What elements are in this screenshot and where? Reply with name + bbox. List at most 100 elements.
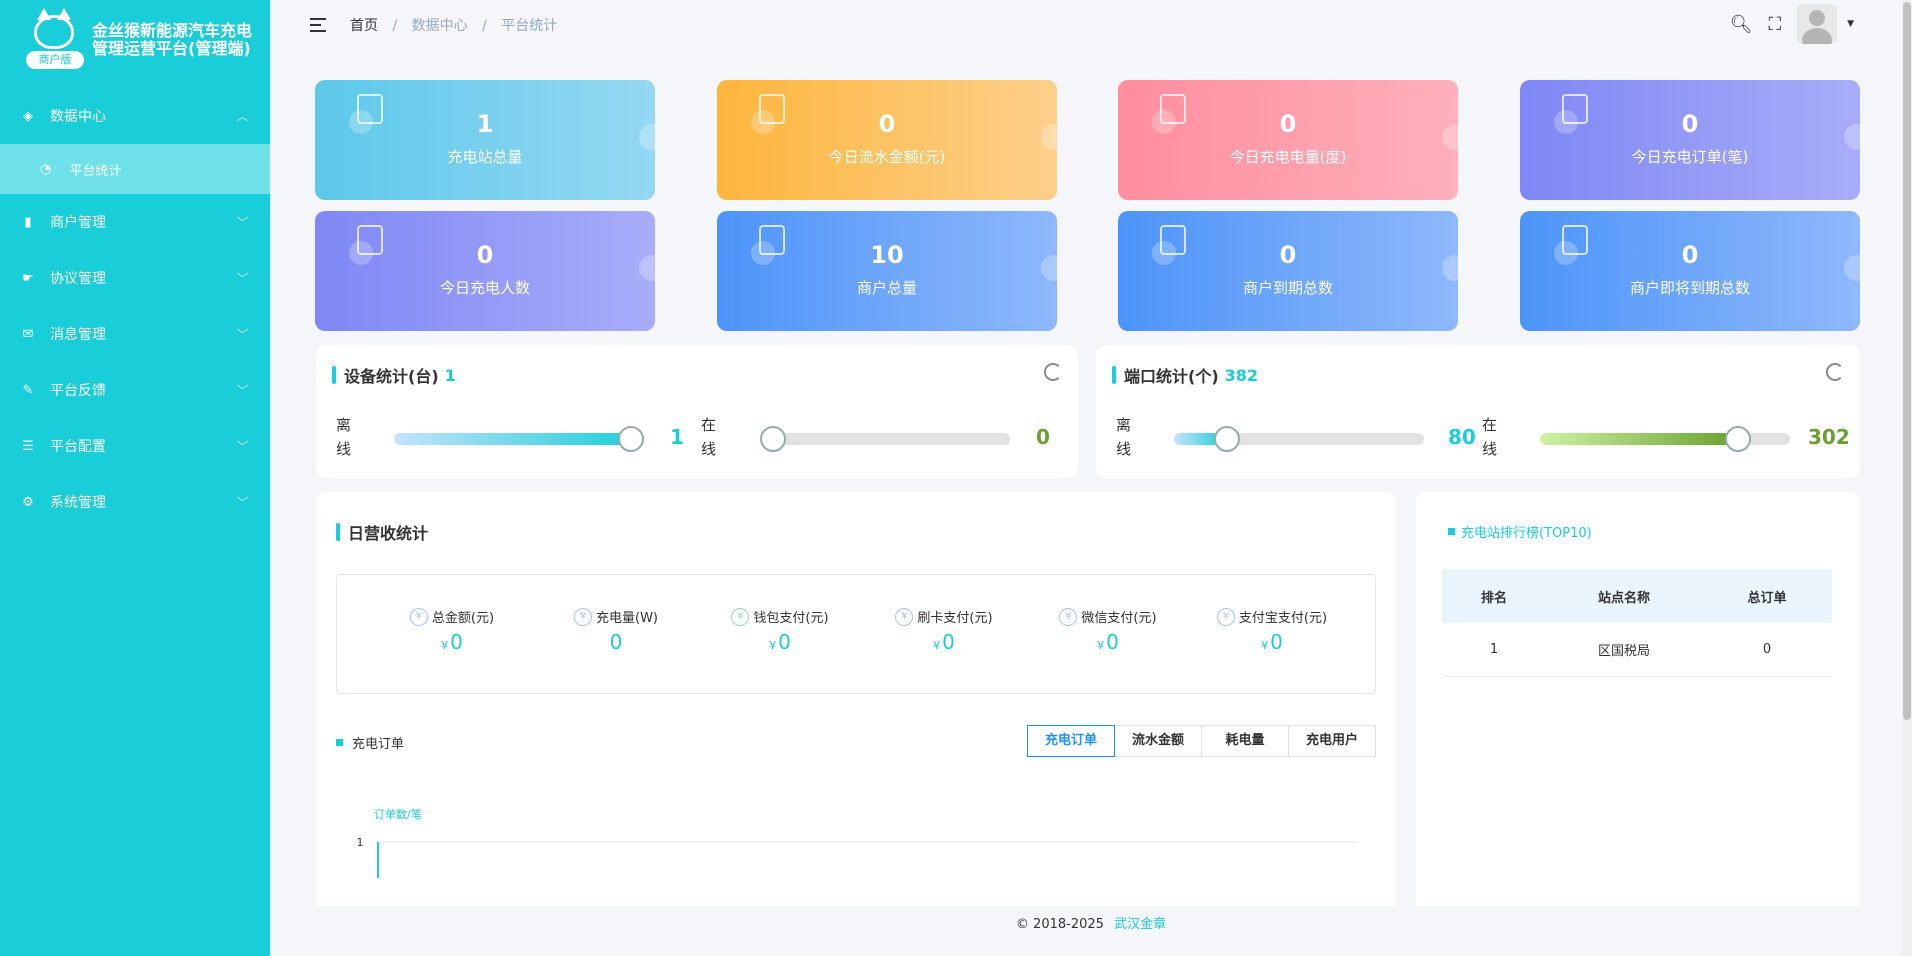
revenue-total: ¥ 总金额(元) ¥0	[377, 607, 527, 654]
currency-symbol: ¥	[769, 639, 777, 652]
building-icon	[1562, 225, 1588, 255]
ranking-title: 充电站排行榜(TOP10)	[1448, 522, 1592, 541]
device-offline-slider[interactable]	[394, 426, 644, 452]
sidebar-item-merchant[interactable]: ▮ 商户管理 ﹀	[0, 194, 270, 250]
chevron-down-icon: ﹀	[237, 384, 248, 397]
page-scrollbar[interactable]	[1902, 0, 1912, 956]
tab-charging-orders[interactable]: 充电订单	[1027, 725, 1115, 757]
sidebar-item-label: 系统管理	[50, 495, 106, 511]
chevron-up-icon: ︿	[237, 110, 248, 123]
title-bar	[336, 523, 340, 541]
revenue-item-label: ¥ 微信支付(元)	[1033, 607, 1183, 626]
clipboard-icon	[1160, 94, 1186, 124]
slider-fill	[394, 433, 644, 445]
refresh-icon[interactable]	[1044, 363, 1062, 381]
breadcrumb-separator: /	[392, 18, 398, 34]
avatar[interactable]	[1797, 4, 1838, 44]
port-online-slider[interactable]	[1540, 426, 1790, 452]
revenue-label-text: 钱包支付(元)	[753, 611, 829, 626]
orders-chart: 订单数/笔 1	[357, 807, 1358, 878]
edition-badge: 商户版	[26, 51, 84, 69]
sidebar-item-platform-stats[interactable]: ◔ 平台统计	[0, 144, 270, 194]
revenue-value: ¥0	[705, 630, 855, 654]
search-icon[interactable]: 🔍︎	[1730, 14, 1753, 35]
stat-label: 商户即将到期总数	[1629, 279, 1750, 297]
title-bar	[332, 366, 336, 384]
yen-icon: ¥	[1216, 607, 1235, 626]
chevron-down-icon: ﹀	[237, 440, 248, 453]
yen-icon: ¥	[895, 607, 914, 626]
revenue-amount: 0	[1106, 630, 1119, 654]
stat-label: 今日充电人数	[439, 279, 530, 297]
slider-fill	[1540, 433, 1738, 445]
cell-station: 区国税局	[1597, 644, 1650, 659]
port-online-label: 在线	[1482, 416, 1498, 458]
app-title: 金丝猴新能源汽车充电管理运营平台(管理端)	[92, 21, 253, 58]
revenue-value: 0	[541, 630, 691, 654]
stat-label: 今日流水金额(元)	[828, 148, 946, 166]
slider-handle[interactable]	[618, 426, 644, 452]
charger-icon	[357, 94, 383, 124]
menu-toggle-icon[interactable]	[310, 18, 326, 32]
revenue-label-text: 总金额(元)	[431, 611, 495, 626]
chevron-down-icon: ﹀	[237, 328, 248, 341]
yen-icon: ¥	[731, 607, 750, 626]
tab-energy[interactable]: 耗电量	[1201, 725, 1289, 757]
sidebar-item-system[interactable]: ⚙ 系统管理 ﹀	[0, 474, 270, 530]
slider-handle[interactable]	[1724, 426, 1751, 452]
chart-tabs: 充电订单 流水金额 耗电量 充电用户	[1027, 725, 1376, 757]
slider-handle[interactable]	[760, 426, 786, 452]
revenue-item-label: ¥ 钱包支付(元)	[705, 607, 855, 626]
layers-icon: ◈	[23, 108, 33, 124]
company-link[interactable]: 武汉金章	[1114, 917, 1166, 932]
device-online-slider[interactable]	[760, 426, 1010, 452]
sidebar-item-label: 消息管理	[50, 327, 106, 343]
port-slider-row: 离线 80 在线 302	[1096, 413, 1860, 463]
sidebar-menu: ◈ 数据中心 ︿ ◔ 平台统计 ▮ 商户管理 ﹀ ☛ 协议管理 ﹀ ✉ 消息管理…	[0, 88, 270, 530]
dashboard-icon: ◔	[40, 161, 52, 177]
caret-down-icon[interactable]: ▼	[1847, 19, 1854, 29]
revenue-wechat: ¥ 微信支付(元) ¥0	[1033, 607, 1183, 654]
ranking-panel: 充电站排行榜(TOP10) 排名 站点名称 总订单 1 区国税局 0	[1416, 492, 1860, 906]
revenue-value: ¥0	[377, 630, 527, 654]
topbar: 首页 / 数据中心 / 平台统计 🔍︎ ⛶ ▼	[270, 0, 1912, 50]
logo-mark: 商户版	[26, 8, 84, 69]
daily-revenue-title: 日营收统计	[336, 520, 428, 544]
breadcrumb-home[interactable]: 首页	[350, 18, 378, 34]
y-tick-label: 1	[357, 836, 364, 849]
tab-revenue[interactable]: 流水金额	[1114, 725, 1202, 757]
revenue-amount: 0	[1270, 630, 1283, 654]
sidebar-item-config[interactable]: ☰ 平台配置 ﹀	[0, 418, 270, 474]
device-stats-title: 设备统计(台) 1	[332, 363, 456, 387]
revenue-wallet: ¥ 钱包支付(元) ¥0	[705, 607, 855, 654]
cell-rank: 1	[1489, 642, 1499, 657]
scrollbar-thumb[interactable]	[1903, 2, 1911, 720]
sidebar-item-message[interactable]: ✉ 消息管理 ﹀	[0, 306, 270, 362]
revenue-energy: ¥ 充电量(W) 0	[541, 607, 691, 654]
port-stats-title: 端口统计(个) 382	[1112, 363, 1258, 387]
title-bar	[1112, 366, 1116, 384]
slider-handle[interactable]	[1213, 426, 1240, 452]
stat-label: 今日充电电量(度)	[1229, 148, 1347, 166]
port-offline-slider[interactable]	[1174, 426, 1424, 452]
sidebar-item-agreement[interactable]: ☛ 协议管理 ﹀	[0, 250, 270, 306]
device-online-value: 0	[1036, 425, 1050, 449]
port-offline-value: 80	[1448, 425, 1476, 449]
port-stats-label: 端口统计(个)	[1124, 367, 1219, 386]
sidebar-item-label: 平台配置	[50, 439, 106, 455]
clipboard-icon	[357, 225, 383, 255]
port-stats-panel: 端口统计(个) 382 离线 80 在线 302	[1096, 345, 1860, 478]
fullscreen-icon[interactable]: ⛶	[1768, 14, 1781, 35]
revenue-summary: ¥ 总金额(元) ¥0 ¥ 充电量(W) 0 ¥ 钱包支付(元) ¥0 ¥ 刷卡支付(元…	[336, 574, 1376, 694]
refresh-icon[interactable]	[1826, 363, 1844, 381]
sidebar-item-feedback[interactable]: ✎ 平台反馈 ﹀	[0, 362, 270, 418]
sidebar-item-data-center[interactable]: ◈ 数据中心 ︿	[0, 88, 270, 144]
breadcrumb-data-center[interactable]: 数据中心	[412, 18, 468, 34]
stat-card-revenue: 0 今日流水金额(元)	[717, 80, 1057, 200]
revenue-item-label: ¥ 刷卡支付(元)	[869, 607, 1019, 626]
copyright: © 2018-2025	[1015, 917, 1104, 932]
stat-card-stations: 1 充电站总量	[315, 80, 655, 200]
table-row[interactable]: 1 区国税局 0	[1442, 623, 1832, 677]
tab-users[interactable]: 充电用户	[1288, 725, 1376, 757]
building-icon	[1160, 225, 1186, 255]
